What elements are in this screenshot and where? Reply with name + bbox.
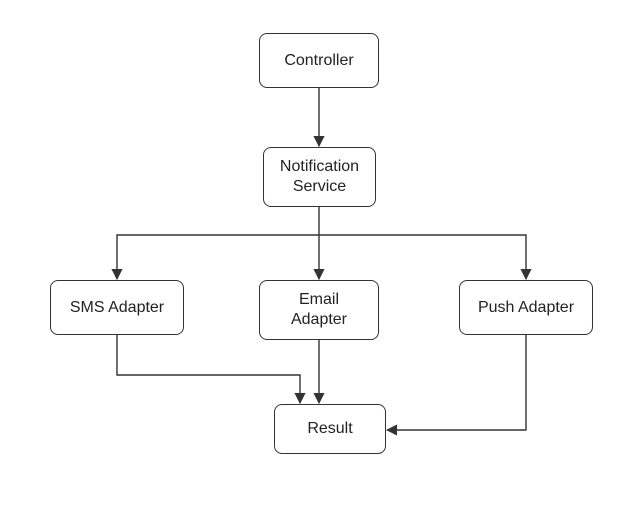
node-label: Controller (284, 51, 353, 71)
edge-notification-push (319, 235, 526, 279)
node-result: Result (274, 404, 386, 454)
edge-push-result (387, 335, 526, 430)
node-label: EmailAdapter (291, 290, 347, 330)
node-label: NotificationService (280, 157, 359, 197)
node-label: SMS Adapter (70, 298, 164, 318)
flowchart-canvas: Controller NotificationService SMS Adapt… (0, 0, 637, 528)
node-email-adapter: EmailAdapter (259, 280, 379, 340)
edge-notification-sms (117, 235, 319, 279)
node-notification-service: NotificationService (263, 147, 376, 207)
node-controller: Controller (259, 33, 379, 88)
node-label: Result (307, 419, 352, 439)
edge-sms-result (117, 335, 300, 403)
node-sms-adapter: SMS Adapter (50, 280, 184, 335)
node-push-adapter: Push Adapter (459, 280, 593, 335)
node-label: Push Adapter (478, 298, 574, 318)
